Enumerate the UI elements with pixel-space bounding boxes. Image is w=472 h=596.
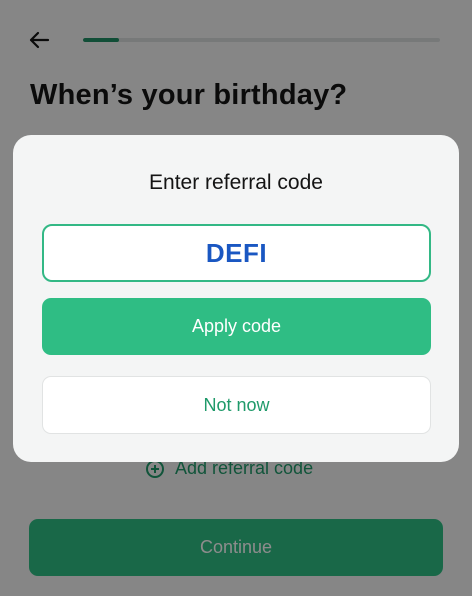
apply-code-button[interactable]: Apply code <box>42 298 431 355</box>
not-now-button[interactable]: Not now <box>42 376 431 434</box>
dialog-title: Enter referral code <box>149 171 323 194</box>
referral-code-dialog: Enter referral code Apply code Not now <box>13 135 459 462</box>
referral-code-input[interactable] <box>42 224 431 282</box>
